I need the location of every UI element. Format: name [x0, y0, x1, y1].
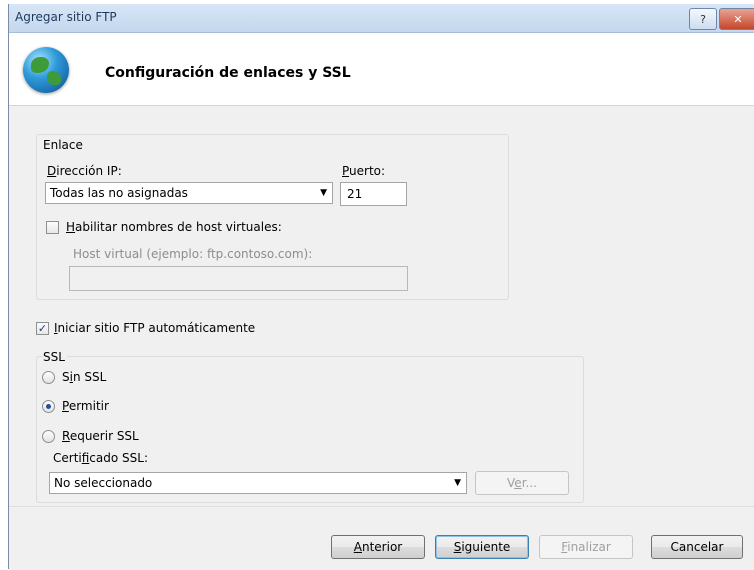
ssl-option-none-radio[interactable] [42, 371, 55, 384]
close-icon: ✕ [733, 12, 743, 26]
back-button[interactable]: Anterior [331, 535, 425, 559]
finish-button[interactable]: Finalizar [539, 535, 633, 559]
port-value: 21 [347, 187, 363, 201]
certificate-label: Certificado SSL: [53, 451, 148, 465]
wizard-footer: Anterior Siguiente Finalizar Cancelar [9, 506, 754, 570]
wizard-body: Enlace Dirección IP: Todas las no asigna… [9, 106, 754, 506]
ip-address-dropdown[interactable]: Todas las no asignadas ▼ [45, 182, 333, 204]
ssl-option-none-label[interactable]: Sin SSL [62, 370, 106, 384]
ssl-option-require-label[interactable]: Requerir SSL [62, 429, 139, 443]
view-certificate-button[interactable]: Ver... [475, 471, 569, 495]
dialog-window: Agregar sitio FTP ? ✕ Configuración de e… [8, 4, 754, 570]
chevron-down-icon: ▼ [454, 478, 461, 488]
ssl-group-label: SSL [43, 350, 67, 364]
virtual-host-field[interactable] [69, 266, 408, 291]
autostart-checkbox[interactable]: ✓ [36, 322, 49, 335]
globe-icon [23, 47, 69, 93]
ssl-option-allow-label[interactable]: Permitir [62, 399, 109, 413]
certificate-value: No seleccionado [54, 476, 153, 490]
cancel-button[interactable]: Cancelar [651, 535, 743, 559]
port-field[interactable]: 21 [340, 182, 407, 206]
ssl-option-allow-radio[interactable] [42, 400, 55, 413]
ip-address-value: Todas las no asignadas [50, 186, 188, 200]
wizard-header: Configuración de enlaces y SSL [9, 33, 754, 106]
window-title: Agregar sitio FTP [15, 10, 117, 24]
next-button[interactable]: Siguiente [435, 535, 529, 559]
certificate-dropdown[interactable]: No seleccionado ▼ [49, 472, 467, 494]
title-bar[interactable]: Agregar sitio FTP ? ✕ [9, 4, 754, 33]
help-icon: ? [700, 12, 706, 26]
ssl-option-require-radio[interactable] [42, 430, 55, 443]
ip-address-label: Dirección IP: [47, 164, 122, 178]
close-button[interactable]: ✕ [719, 8, 754, 30]
autostart-label[interactable]: Iniciar sitio FTP automáticamente [54, 321, 255, 335]
chevron-down-icon: ▼ [320, 188, 327, 198]
virtual-host-checkbox-label[interactable]: Habilitar nombres de host virtuales: [66, 220, 282, 234]
page-title: Configuración de enlaces y SSL [105, 65, 351, 81]
virtual-host-field-label: Host virtual (ejemplo: ftp.contoso.com): [73, 247, 313, 261]
binding-group-label: Enlace [43, 138, 83, 152]
port-label: Puerto: [342, 164, 386, 178]
virtual-host-checkbox[interactable] [46, 221, 59, 234]
help-button[interactable]: ? [689, 8, 717, 30]
